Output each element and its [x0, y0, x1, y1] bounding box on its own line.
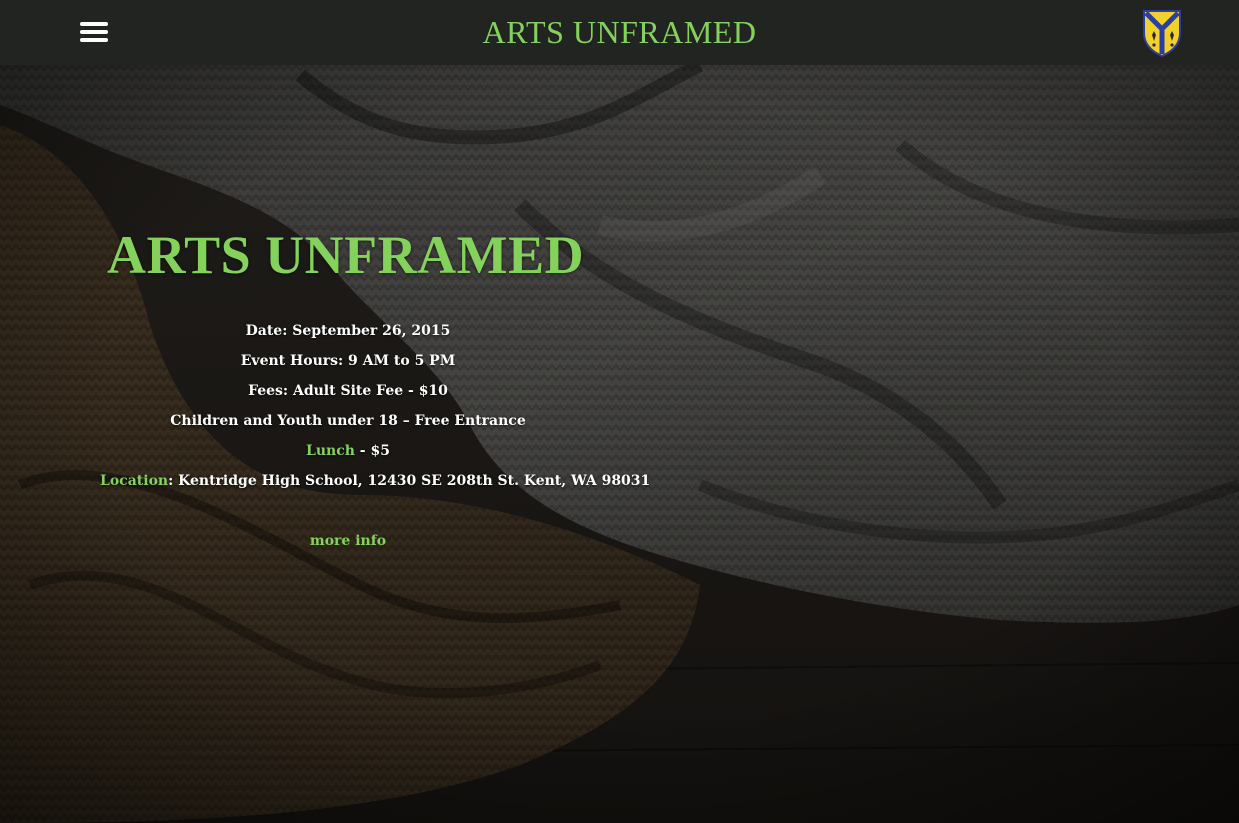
more-info-row: more info	[100, 526, 596, 556]
event-location: Location: Kentridge High School, 12430 S…	[100, 466, 650, 496]
event-info-panel: ARTS UNFRAMED Date: September 26, 2015 E…	[100, 225, 650, 556]
site-title-link[interactable]: ARTS UNFRAMED	[483, 14, 757, 50]
event-details: Date: September 26, 2015 Event Hours: 9 …	[100, 316, 650, 496]
event-fees: Fees: Adult Site Fee - $10	[248, 383, 448, 399]
heraldic-shield-icon[interactable]	[1142, 9, 1182, 57]
event-lunch: Lunch - $5	[100, 436, 596, 466]
event-date: Date: September 26, 2015	[245, 323, 451, 339]
hero-title: ARTS UNFRAMED	[107, 225, 585, 285]
location-link[interactable]: Location	[100, 473, 168, 489]
page: ARTS UNFRAMED ARTS UNFRAMED Date: Septem…	[0, 0, 1239, 823]
more-info-link[interactable]: more info	[310, 533, 386, 549]
location-address: : Kentridge High School, 12430 SE 208th …	[168, 473, 651, 489]
top-navigation-bar: ARTS UNFRAMED	[0, 0, 1239, 65]
event-children-fee: Children and Youth under 18 – Free Entra…	[170, 413, 526, 429]
lunch-price: - $5	[354, 443, 390, 459]
site-title: ARTS UNFRAMED	[0, 13, 1239, 51]
lunch-link[interactable]: Lunch	[306, 443, 355, 459]
event-hours: Event Hours: 9 AM to 5 PM	[240, 353, 456, 369]
hero-section: ARTS UNFRAMED Date: September 26, 2015 E…	[0, 65, 1239, 823]
